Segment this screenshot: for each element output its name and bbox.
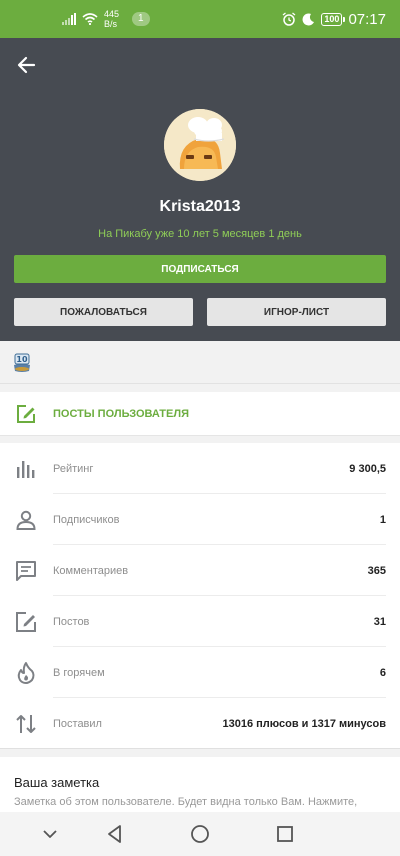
swap-icon <box>16 714 36 733</box>
stat-label: Поставил <box>53 717 102 730</box>
stat-label: Подписчиков <box>53 513 120 526</box>
stat-row-rating: Рейтинг 9 300,5 <box>0 443 400 494</box>
status-right: 100 07:17 <box>282 11 386 28</box>
stat-label: Комментариев <box>53 564 129 577</box>
note-title: Ваша заметка <box>14 775 100 790</box>
stat-row-hot[interactable]: В горячем 6 <box>0 647 400 698</box>
comment-icon <box>16 560 36 581</box>
recents-square-icon[interactable] <box>273 822 297 846</box>
profile-header: Krista2013 На Пикабу уже 10 лет 5 месяце… <box>0 38 400 341</box>
status-bar: 445 B/s 1 100 07:17 <box>0 0 400 38</box>
stat-value: 365 <box>367 564 386 577</box>
stat-label: В горячем <box>53 666 105 679</box>
battery-indicator: 100 <box>321 12 346 26</box>
moon-icon <box>302 12 315 25</box>
signal-icon <box>62 13 76 25</box>
notification-count-badge: 1 <box>132 12 150 26</box>
network-speed: 445 B/s <box>104 9 122 29</box>
home-circle-icon[interactable] <box>188 822 212 846</box>
stat-value: 9 300,5 <box>349 462 386 475</box>
network-speed-value: 445 <box>104 9 120 19</box>
system-navigation-bar <box>0 812 400 856</box>
stat-row-votes: Поставил 13016 плюсов и 1317 минусов <box>0 698 400 749</box>
stat-row-comments[interactable]: Комментариев 365 <box>0 545 400 596</box>
award-10-years-badge[interactable]: 10 <box>12 351 32 373</box>
subscribe-button[interactable]: ПОДПИСАТЬСЯ <box>14 255 386 283</box>
stat-label: Постов <box>53 615 90 628</box>
membership-duration: На Пикабу уже 10 лет 5 месяцев 1 день <box>98 228 302 240</box>
edit-icon <box>16 611 36 632</box>
avatar-image <box>164 109 236 181</box>
ignore-list-button[interactable]: ИГНОР-ЛИСТ <box>207 298 386 326</box>
network-speed-unit: B/s <box>104 19 118 29</box>
user-posts-link[interactable]: ПОСТЫ ПОЛЬЗОВАТЕЛЯ <box>0 392 400 436</box>
stat-value: 31 <box>373 615 386 628</box>
user-note[interactable]: Ваша заметка Заметка об этом пользовател… <box>0 757 400 812</box>
stats-list: Рейтинг 9 300,5 Подписчиков 1 Комментари… <box>0 443 400 749</box>
arrow-left-icon <box>17 56 36 74</box>
stat-row-posts[interactable]: Постов 31 <box>0 596 400 647</box>
stat-value: 6 <box>379 666 386 679</box>
award-icon: 10 <box>14 353 30 372</box>
clock: 07:17 <box>348 10 386 28</box>
back-triangle-icon[interactable] <box>103 822 127 846</box>
stat-label: Рейтинг <box>53 462 94 475</box>
stat-value: 1 <box>379 513 386 526</box>
username: Krista2013 <box>159 198 241 215</box>
awards-strip: 10 <box>0 341 400 384</box>
rating-icon <box>17 460 35 478</box>
user-posts-label: ПОСТЫ ПОЛЬЗОВАТЕЛЯ <box>53 407 189 420</box>
award-badge-text: 10 <box>16 355 28 364</box>
back-button[interactable] <box>14 52 40 78</box>
user-icon <box>16 510 36 530</box>
edit-icon <box>17 404 35 423</box>
wifi-icon <box>82 13 98 25</box>
avatar <box>164 109 236 181</box>
note-hint: Заметка об этом пользователе. Будет видн… <box>14 796 358 808</box>
stat-value: 13016 плюсов и 1317 минусов <box>222 717 386 730</box>
chevron-down-icon[interactable] <box>38 822 62 846</box>
stat-row-subscribers[interactable]: Подписчиков 1 <box>0 494 400 545</box>
report-button[interactable]: ПОЖАЛОВАТЬСЯ <box>14 298 193 326</box>
flame-icon <box>17 661 35 684</box>
status-left: 445 B/s 1 <box>62 9 150 29</box>
alarm-icon <box>283 12 296 26</box>
